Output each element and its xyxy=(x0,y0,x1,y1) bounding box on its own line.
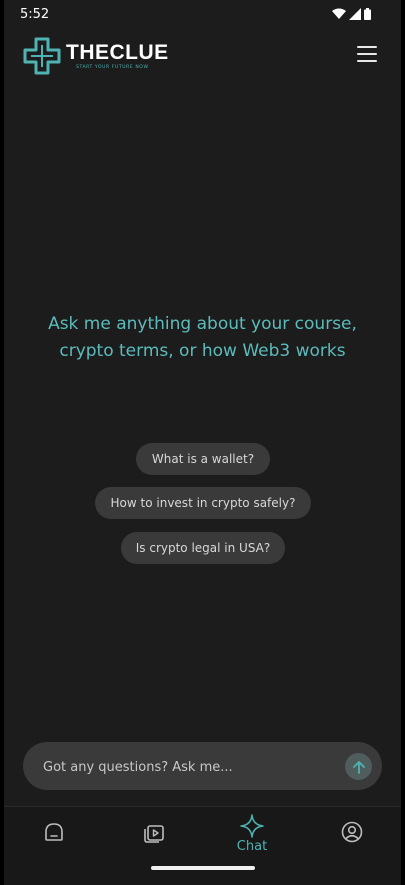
send-button[interactable] xyxy=(345,753,372,780)
signal-icon xyxy=(349,8,361,20)
suggestion-chip-legal[interactable]: Is crypto legal in USA? xyxy=(121,532,285,564)
home-indicator[interactable] xyxy=(151,866,255,870)
logo-tagline: START YOUR FUTURE NOW xyxy=(76,65,149,70)
home-icon xyxy=(45,823,63,841)
profile-icon xyxy=(341,821,363,843)
nav-item-profile[interactable] xyxy=(322,807,382,867)
chat-input[interactable] xyxy=(41,742,335,792)
logo-title: THECLUE xyxy=(66,41,169,64)
status-icons xyxy=(332,8,371,20)
wifi-icon xyxy=(332,8,346,19)
nav-item-home[interactable] xyxy=(24,807,84,867)
arrow-up-icon xyxy=(352,760,365,774)
nav-label-chat: Chat xyxy=(236,839,268,854)
suggestion-chip-invest[interactable]: How to invest in crypto safely? xyxy=(95,487,311,519)
menu-line xyxy=(357,60,377,62)
chat-intro-line-1: Ask me anything about your course, xyxy=(48,314,357,334)
chat-input-bar xyxy=(23,742,382,792)
chat-intro-text: Ask me anything about your course, crypt… xyxy=(4,311,401,365)
status-time: 5:52 xyxy=(20,7,50,22)
app-screen: 5:52 THECLUE START YOUR FUTURE NOW Ask m… xyxy=(4,0,401,885)
sparkle-icon xyxy=(240,814,264,838)
menu-line xyxy=(357,53,377,55)
chat-intro-line-2: crypto terms, or how Web3 works xyxy=(59,341,346,361)
bottom-nav: Chat xyxy=(4,806,401,885)
logo-cross-icon xyxy=(23,37,61,75)
video-library-icon xyxy=(144,825,164,843)
nav-item-chat[interactable]: Chat xyxy=(222,807,282,867)
suggestion-chip-wallet[interactable]: What is a wallet? xyxy=(136,443,270,475)
theclue-logo[interactable]: THECLUE START YOUR FUTURE NOW xyxy=(22,36,169,76)
hamburger-menu-button[interactable] xyxy=(357,46,377,62)
nav-item-videos[interactable] xyxy=(124,807,184,867)
status-bar: 5:52 xyxy=(4,0,401,30)
menu-line xyxy=(357,46,377,48)
battery-icon xyxy=(364,8,371,20)
